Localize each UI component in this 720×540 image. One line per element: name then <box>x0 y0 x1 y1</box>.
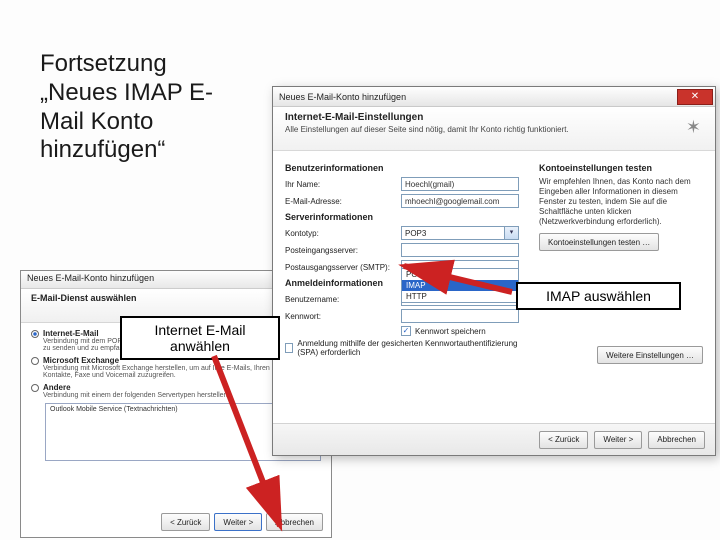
dropdown-item-imap[interactable]: IMAP <box>402 280 518 291</box>
incoming-field[interactable] <box>401 243 519 257</box>
radio-icon <box>31 330 39 338</box>
label-outgoing: Postausgangsserver (SMTP): <box>285 263 395 272</box>
option-label: Andere <box>43 383 229 392</box>
label-name: Ihr Name: <box>285 180 395 189</box>
radio-icon <box>31 384 39 392</box>
dropdown-item-pop3[interactable]: POP3 <box>402 269 518 280</box>
checkbox-icon[interactable]: ✓ <box>401 326 411 336</box>
section-user: Benutzerinformationen <box>285 163 525 173</box>
dropdown-item-http[interactable]: HTTP <box>402 291 518 302</box>
section-server: Serverinformationen <box>285 212 525 222</box>
password-field[interactable] <box>401 309 519 323</box>
close-button[interactable]: ✕ <box>677 89 713 105</box>
next-button[interactable]: Weiter > <box>594 431 642 449</box>
test-settings-button[interactable]: Kontoeinstellungen testen … <box>539 233 659 251</box>
save-password-checkbox-label: Kennwort speichern <box>415 327 486 336</box>
spa-checkbox-label: Anmeldung mithilfe der gesicherten Kennw… <box>297 339 525 357</box>
account-type-dropdown[interactable]: POP3 IMAP HTTP <box>401 268 519 303</box>
dialog-imap-settings: Neues E-Mail-Konto hinzufügen ✕ Internet… <box>272 86 716 456</box>
chevron-down-icon: ▾ <box>504 227 518 239</box>
more-settings-button[interactable]: Weitere Einstellungen … <box>597 346 703 364</box>
label-username: Benutzername: <box>285 295 395 304</box>
label-email: E-Mail-Adresse: <box>285 197 395 206</box>
select-value: POP3 <box>405 229 426 238</box>
callout-internet-email: Internet E-Mail anwählen <box>120 316 280 360</box>
back-button[interactable]: < Zurück <box>539 431 588 449</box>
banner-heading: Internet-E-Mail-Einstellungen <box>285 112 703 123</box>
label-incoming: Posteingangsserver: <box>285 246 395 255</box>
account-type-select[interactable]: POP3 ▾ <box>401 226 519 240</box>
checkbox-icon[interactable] <box>285 343 293 353</box>
name-field[interactable] <box>401 177 519 191</box>
window-title: Neues E-Mail-Konto hinzufügen <box>279 92 406 102</box>
option-desc: Verbindung mit einem der folgenden Serve… <box>43 392 229 399</box>
cancel-button[interactable]: Abbrechen <box>266 513 323 531</box>
slide-title: Fortsetzung „Neues IMAP E-Mail Konto hin… <box>40 50 250 165</box>
cursor-icon: ✶ <box>686 117 701 138</box>
section-test: Kontoeinstellungen testen <box>539 163 703 173</box>
back-button[interactable]: < Zurück <box>161 513 210 531</box>
banner-desc: Alle Einstellungen auf dieser Seite sind… <box>285 125 703 134</box>
callout-imap: IMAP auswählen <box>516 282 681 310</box>
label-password: Kennwort: <box>285 312 395 321</box>
test-note: Wir empfehlen Ihnen, das Konto nach dem … <box>539 177 703 227</box>
next-button[interactable]: Weiter > <box>214 513 262 531</box>
cancel-button[interactable]: Abbrechen <box>648 431 705 449</box>
label-type: Kontotyp: <box>285 229 395 238</box>
radio-icon <box>31 357 39 365</box>
email-field[interactable] <box>401 194 519 208</box>
